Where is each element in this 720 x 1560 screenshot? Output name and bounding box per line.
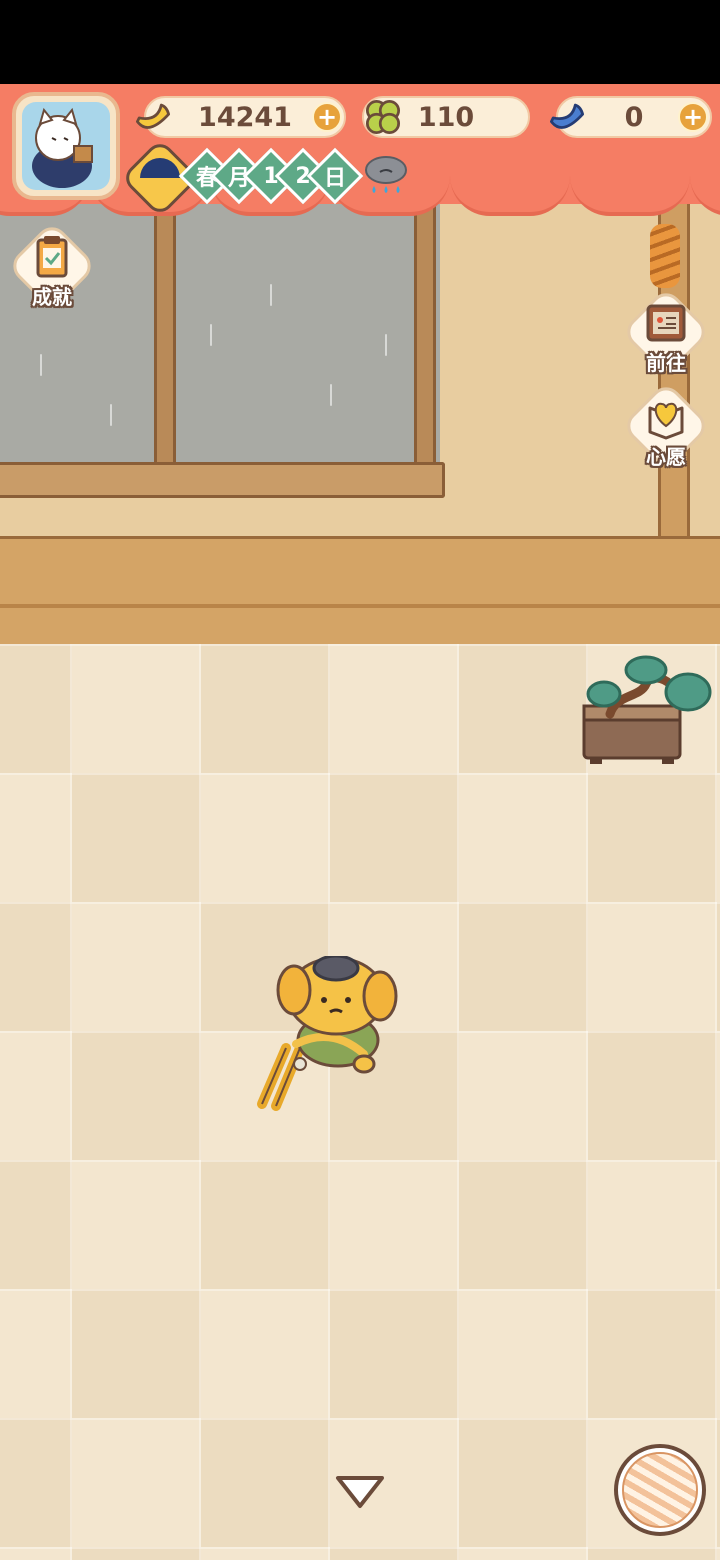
clover-icon [358,92,408,142]
baseboard-line [0,604,720,608]
yarn-ball-icon [622,1452,698,1528]
raindrop [270,284,272,306]
bonsai-plant[interactable] [580,654,712,766]
date-day-char: 日 [323,166,346,191]
blue-banana-icon [542,92,592,142]
window-frame [414,194,436,474]
cat-avatar-icon [22,102,110,190]
baseboard [0,536,720,644]
banner-scallop [0,176,720,236]
raindrop [385,334,387,356]
blue-banana-count: 0 [624,101,644,133]
rain-cloud-icon[interactable] [362,152,410,200]
wishes-button[interactable]: 心愿 [620,380,712,472]
go-to-button[interactable]: 前往 [620,286,712,378]
window-sill [0,462,445,498]
banana-count: 14241 [198,101,292,133]
raindrop [330,384,332,406]
clipboard-icon [36,236,68,278]
clover-count: 110 [417,101,475,133]
banana-icon [128,92,178,142]
heart-book-icon [648,402,684,440]
achievements-label: 成就 [32,285,72,309]
yarn-ball-button[interactable] [614,1444,706,1536]
chevron-down-icon[interactable] [334,1474,386,1510]
go-to-label: 前往 [646,351,686,375]
status-bar [0,0,720,84]
raindrop [110,404,112,426]
raindrop [40,354,42,376]
raindrop [210,324,212,346]
room-scene [0,84,720,1560]
add-bananas-button[interactable]: + [312,102,342,132]
window-frame [154,194,176,474]
achievements-button[interactable]: 成就 [6,220,98,312]
map-board-icon [646,304,686,342]
dog-character-sitting[interactable] [252,956,400,1116]
wishes-label: 心愿 [646,445,686,469]
player-avatar[interactable] [12,92,120,200]
add-blue-bananas-button[interactable]: + [678,102,708,132]
